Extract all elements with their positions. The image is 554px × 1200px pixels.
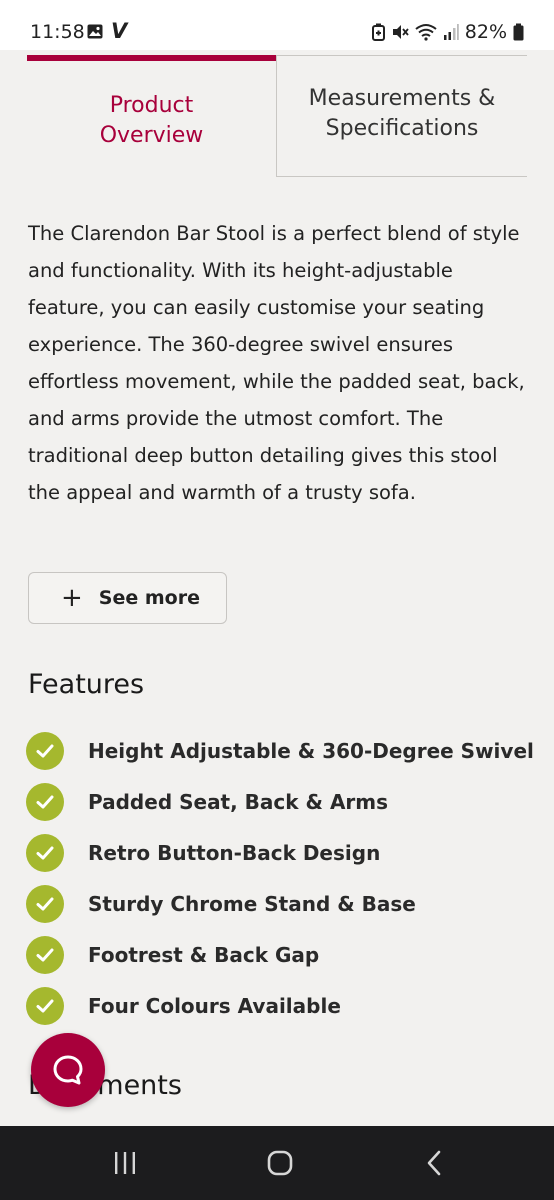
back-icon xyxy=(427,1150,441,1176)
feature-label: Padded Seat, Back & Arms xyxy=(88,789,389,814)
v-app-icon: V xyxy=(111,19,128,43)
features-heading: Features xyxy=(28,669,145,700)
status-time: 11:58 xyxy=(30,21,85,43)
status-right-group: 82% xyxy=(371,20,524,44)
check-icon xyxy=(26,884,64,923)
tab-label-line: Overview xyxy=(99,123,204,148)
feature-item: Sturdy Chrome Stand & Base xyxy=(26,878,534,929)
check-icon xyxy=(26,731,64,770)
status-bar: 11:58 V 82% xyxy=(0,0,554,50)
chat-bubble-icon xyxy=(53,1055,83,1085)
gallery-icon xyxy=(87,24,103,39)
check-icon xyxy=(26,833,64,872)
tab-label-line: Measurements & xyxy=(308,86,496,111)
tab-product-overview[interactable]: Product Overview xyxy=(27,55,276,177)
feature-list: Height Adjustable & 360-Degree Swivel Pa… xyxy=(26,725,534,1031)
tab-measurements-label: Measurements & Specifications xyxy=(277,84,527,144)
see-more-label: See more xyxy=(98,587,200,609)
tab-product-overview-label: Product Overview xyxy=(27,91,276,151)
back-button[interactable] xyxy=(415,1148,455,1178)
see-more-button[interactable]: + See more xyxy=(28,572,227,624)
mute-icon xyxy=(392,25,409,39)
check-icon xyxy=(26,986,64,1025)
wifi-icon xyxy=(415,24,437,41)
feature-label: Height Adjustable & 360-Degree Swivel xyxy=(88,738,534,763)
battery-icon xyxy=(513,23,524,41)
home-icon xyxy=(267,1150,293,1176)
tab-label-line: Product xyxy=(109,93,194,118)
system-nav-bar xyxy=(0,1126,554,1200)
home-button[interactable] xyxy=(260,1148,300,1178)
recent-apps-icon xyxy=(115,1152,135,1174)
check-icon xyxy=(26,782,64,821)
feature-label: Four Colours Available xyxy=(88,993,341,1018)
signal-icon xyxy=(443,24,459,40)
tab-label-line: Specifications xyxy=(325,116,479,141)
check-icon xyxy=(26,935,64,974)
feature-item: Footrest & Back Gap xyxy=(26,929,534,980)
recent-apps-button[interactable] xyxy=(105,1148,145,1178)
tab-measurements-specifications[interactable]: Measurements & Specifications xyxy=(276,55,527,177)
feature-item: Height Adjustable & 360-Degree Swivel xyxy=(26,725,534,776)
plus-icon: + xyxy=(61,583,83,613)
feature-label: Footrest & Back Gap xyxy=(88,942,320,967)
feature-label: Retro Button-Back Design xyxy=(88,840,381,865)
product-description: The Clarendon Bar Stool is a perfect ble… xyxy=(28,222,525,504)
battery-percent: 82% xyxy=(464,21,507,43)
feature-item: Retro Button-Back Design xyxy=(26,827,534,878)
chat-button[interactable] xyxy=(31,1033,105,1107)
feature-label: Sturdy Chrome Stand & Base xyxy=(88,891,416,916)
feature-item: Four Colours Available xyxy=(26,980,534,1031)
battery-saver-icon xyxy=(371,23,385,41)
feature-item: Padded Seat, Back & Arms xyxy=(26,776,534,827)
